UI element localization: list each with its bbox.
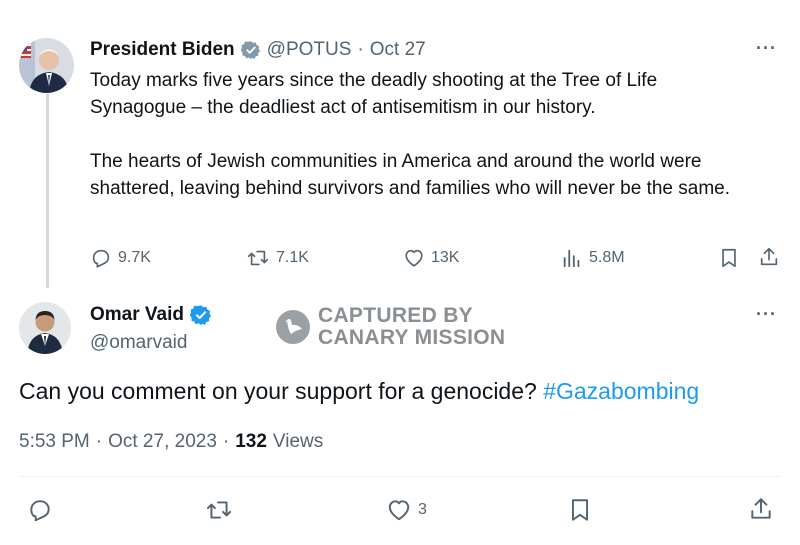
separator-dot: ·	[357, 39, 364, 60]
avatar-omarvaid[interactable]	[19, 302, 71, 354]
watermark-line-1: CAPTURED BY	[318, 304, 473, 327]
tweet-metadata: 5:53 PM · Oct 27, 2023 · 132 Views	[19, 431, 323, 453]
author-name[interactable]: President Biden	[90, 39, 235, 61]
more-options-icon[interactable]: ···	[756, 38, 777, 59]
tweet-date[interactable]: Oct 27	[370, 39, 426, 61]
watermark-line-2: CANARY MISSION	[318, 326, 506, 349]
author-handle[interactable]: @POTUS	[267, 39, 352, 61]
repost-button[interactable]: 7.1K	[246, 247, 309, 269]
views-count: 132	[235, 431, 267, 452]
heart-action-icon	[386, 497, 412, 523]
reply-author-handle[interactable]: @omarvaid	[90, 332, 187, 354]
reply-text: Can you comment on your support for a ge…	[19, 376, 699, 406]
meta-separator-2: ·	[222, 431, 230, 452]
reply-more-options-icon[interactable]: ···	[756, 304, 777, 325]
like-count: 13K	[431, 249, 460, 266]
reply-count: 9.7K	[118, 249, 151, 266]
repost-count: 7.1K	[276, 249, 309, 266]
tweet-full-date[interactable]: Oct 27, 2023	[108, 431, 217, 453]
share-action-icon[interactable]	[748, 496, 774, 522]
views-button[interactable]: 5.8M	[561, 247, 625, 269]
reply-button[interactable]: 9.7K	[90, 247, 151, 269]
analytics-icon	[561, 247, 583, 269]
reply-icon	[90, 247, 112, 269]
views-label: Views	[272, 431, 324, 452]
tweet-paragraph-1: Today marks five years since the deadly …	[90, 70, 658, 118]
reply-like-count: 3	[418, 501, 427, 518]
divider	[19, 476, 781, 477]
view-count: 5.8M	[589, 249, 625, 266]
verified-badge-gray-icon[interactable]	[240, 40, 261, 60]
canary-mission-watermark: CAPTURED BY CANARY MISSION	[276, 305, 505, 349]
reply-body: Can you comment on your support for a ge…	[19, 378, 537, 404]
meta-separator-1: ·	[95, 431, 103, 452]
reply-like-button[interactable]: 3	[386, 497, 427, 523]
bookmark-action-icon[interactable]	[567, 497, 593, 523]
tweet-time[interactable]: 5:53 PM	[19, 431, 90, 453]
tweet-paragraph-2: The hearts of Jewish communities in Amer…	[90, 151, 730, 199]
reply-action-icon[interactable]	[27, 497, 53, 523]
like-button[interactable]: 13K	[403, 247, 459, 269]
repost-icon	[246, 247, 270, 269]
thread-connector-line	[46, 94, 49, 288]
repost-action-icon[interactable]	[205, 497, 233, 523]
verified-badge-blue-icon[interactable]	[190, 304, 212, 326]
avatar-potus[interactable]	[19, 38, 74, 93]
bookmark-icon[interactable]	[718, 247, 740, 269]
heart-icon	[403, 247, 425, 269]
reply-author-name[interactable]: Omar Vaid	[90, 304, 184, 326]
hashtag-link[interactable]: #Gazabombing	[543, 378, 699, 404]
share-icon[interactable]	[758, 246, 780, 268]
canary-bird-logo-icon	[276, 310, 310, 344]
